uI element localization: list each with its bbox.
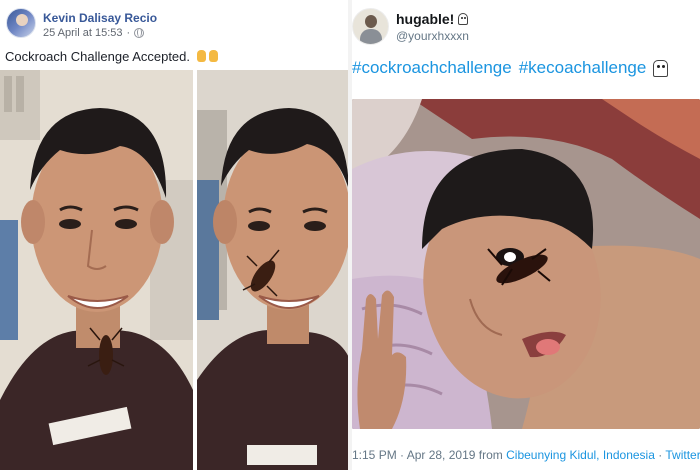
footer-dot: ·: [658, 448, 663, 462]
raised-hand-icon: [208, 50, 218, 62]
post-text: Cockroach Challenge Accepted.: [5, 49, 218, 64]
hashtag-link[interactable]: #cockroachchallenge: [352, 58, 512, 78]
author-avatar[interactable]: [6, 8, 36, 38]
ghost-icon: [458, 13, 469, 25]
hashtag-link[interactable]: #kecoachallenge: [519, 58, 647, 78]
post-timestamp[interactable]: 25 April at 15:53: [43, 27, 123, 39]
tweet-handle[interactable]: @yourxhxxxn: [396, 29, 469, 43]
tweet: hugable! @yourxhxxxn #cockroachchallenge…: [352, 0, 700, 470]
tweet-text: #cockroachchallenge #kecoachallenge: [352, 58, 669, 78]
post-meta: 25 April at 15:53 ·: [43, 27, 145, 39]
post-text-body: Cockroach Challenge Accepted.: [5, 49, 191, 64]
globe-icon[interactable]: [134, 28, 145, 38]
tweet-location-link[interactable]: Cibeunying Kidul, Indonesia: [506, 448, 655, 462]
tweet-display-name[interactable]: hugable!: [396, 11, 454, 27]
ghost-icon: [653, 59, 669, 77]
meta-separator: ·: [126, 27, 131, 39]
post-photo-1[interactable]: [0, 70, 193, 470]
tweet-display-name-row[interactable]: hugable!: [396, 11, 469, 27]
post-photo-2[interactable]: [197, 70, 350, 470]
tweet-footer: 1:15 PM · Apr 28, 2019 from Cibeunying K…: [352, 448, 700, 462]
tweet-source-link[interactable]: Twitter fo: [665, 448, 700, 462]
tweet-photo[interactable]: [352, 99, 700, 429]
facebook-post: Kevin Dalisay Recio 25 April at 15:53 · …: [0, 0, 350, 470]
from-label: from: [478, 448, 503, 462]
author-name[interactable]: Kevin Dalisay Recio: [43, 11, 157, 25]
tweet-time[interactable]: 1:15 PM · Apr 28, 2019: [352, 448, 475, 462]
raised-hand-icon: [196, 50, 206, 62]
tweet-author-avatar[interactable]: [352, 8, 389, 45]
